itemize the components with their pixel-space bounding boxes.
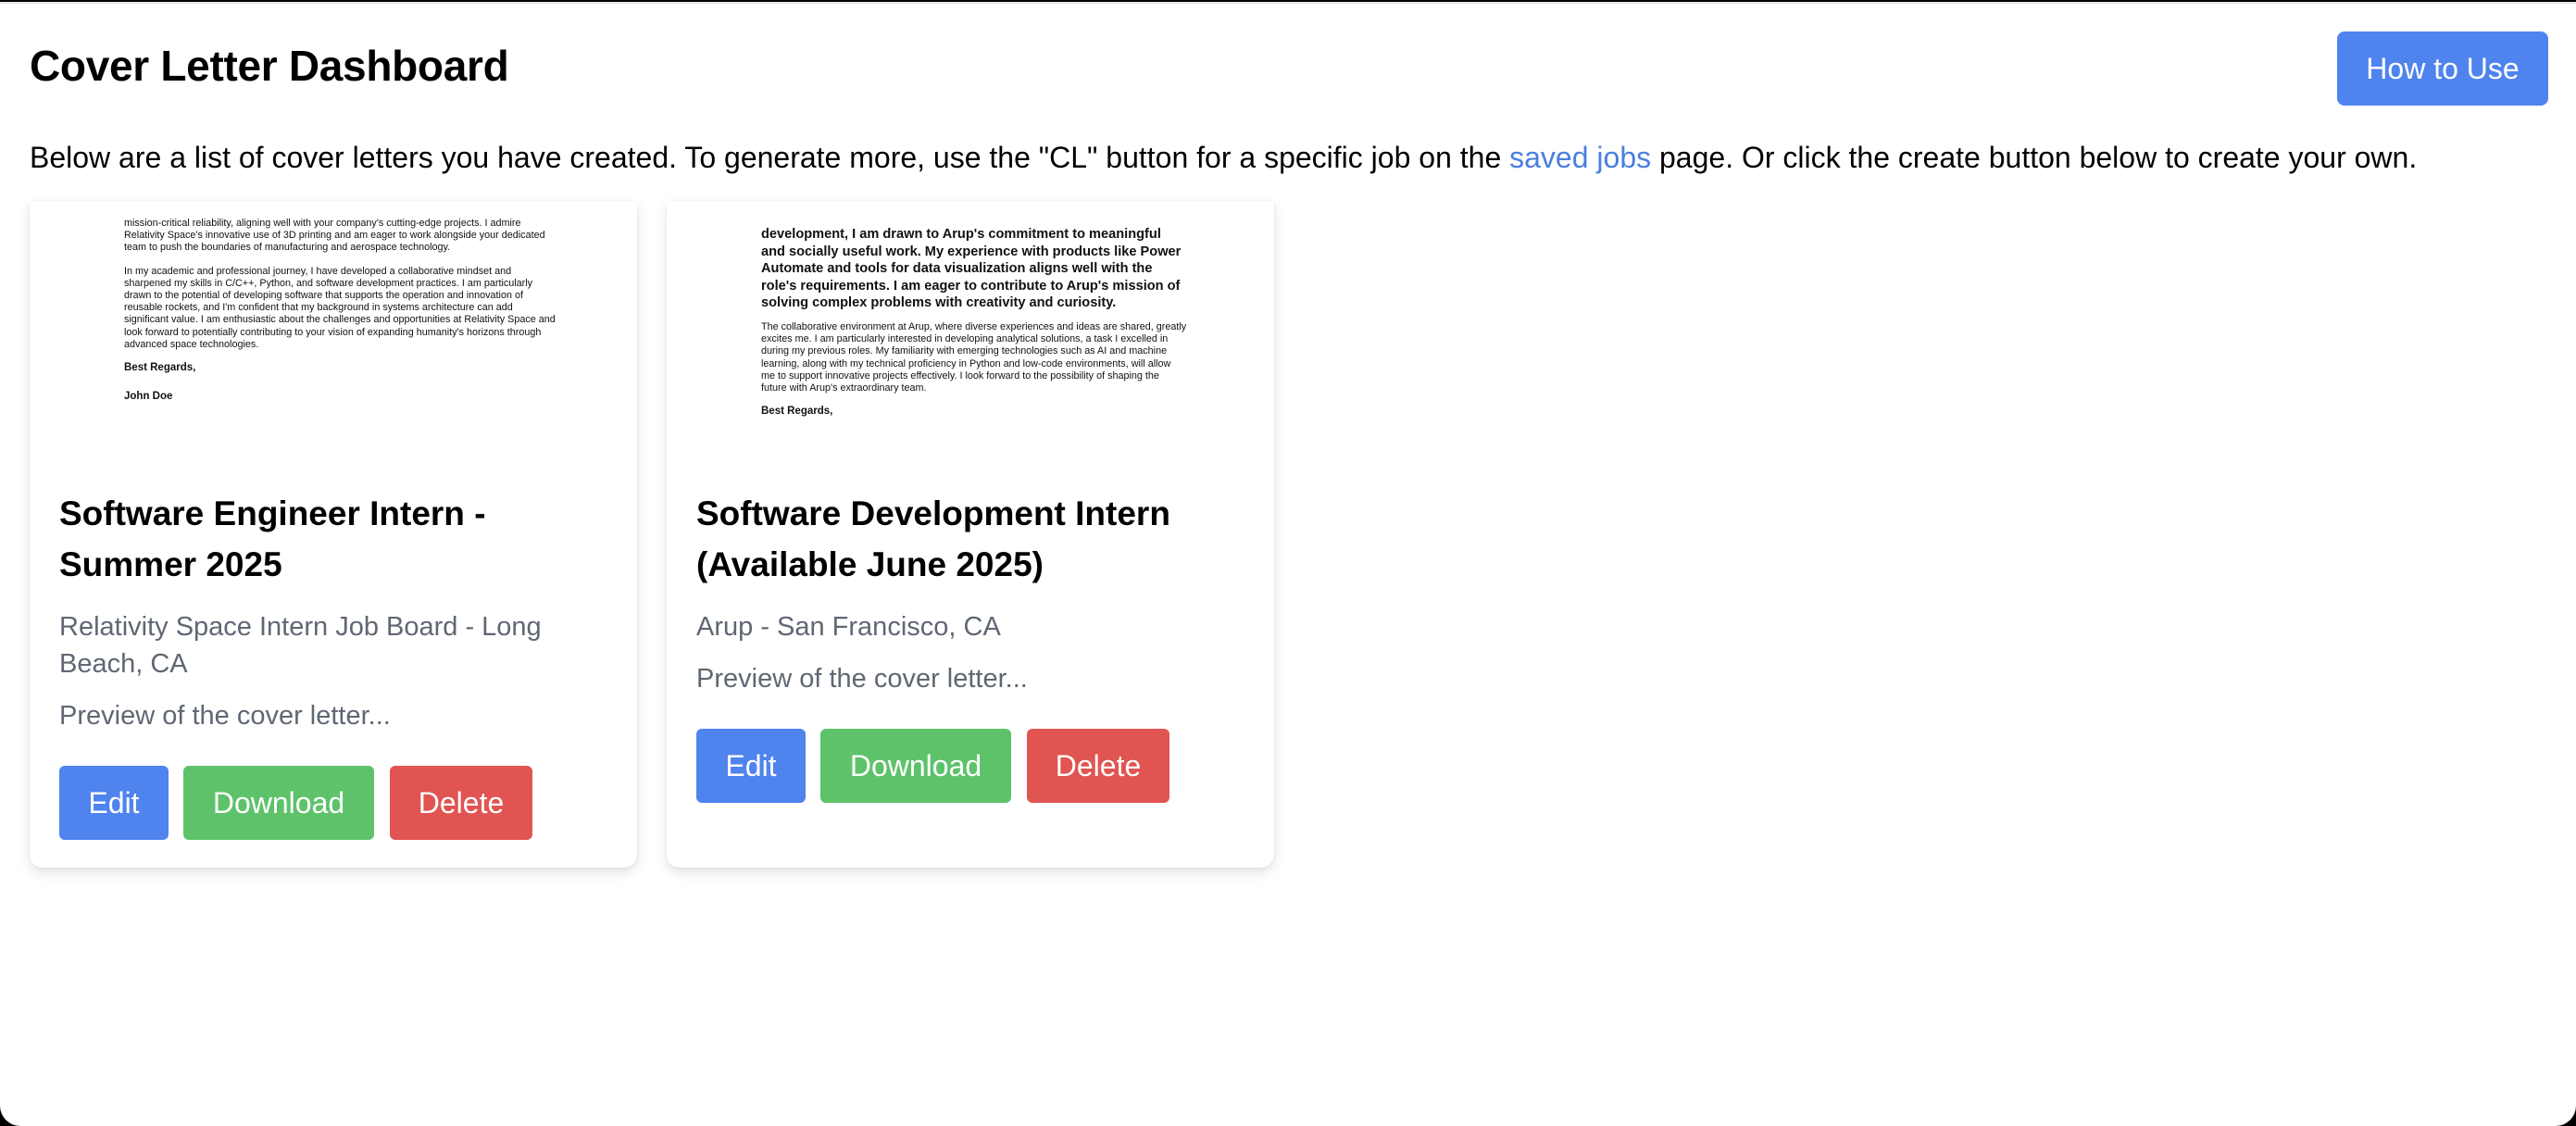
top-divider	[0, 2, 2576, 4]
intro-text-after: page. Or click the create button below t…	[1651, 141, 2418, 174]
intro-text: Below are a list of cover letters you ha…	[30, 141, 2548, 175]
thumbnail-content: mission-critical reliability, aligning w…	[124, 218, 559, 419]
saved-jobs-link[interactable]: saved jobs	[1509, 141, 1651, 174]
delete-button[interactable]: Delete	[390, 766, 532, 840]
thumbnail-closing: Best Regards,	[761, 406, 833, 418]
cover-letter-thumbnail[interactable]: development, I am drawn to Arup's commit…	[667, 201, 1274, 469]
thumbnail-signature: John Doe	[124, 391, 173, 403]
cover-letter-card: development, I am drawn to Arup's commit…	[667, 201, 1274, 868]
thumbnail-paragraph: In my academic and professional journey,…	[124, 265, 556, 350]
thumbnail-paragraph: The collaborative environment at Arup, w…	[761, 320, 1187, 394]
cover-letter-thumbnail[interactable]: mission-critical reliability, aligning w…	[30, 201, 637, 469]
edit-button[interactable]: Edit	[59, 766, 169, 840]
card-company-location: Relativity Space Intern Job Board - Long…	[59, 612, 542, 679]
card-company-location: Arup - San Francisco, CA	[696, 612, 1001, 642]
card-preview-text: Preview of the cover letter...	[59, 701, 391, 731]
card-title: Software Development Intern (Available J…	[696, 494, 1170, 583]
cover-letter-card: mission-critical reliability, aligning w…	[30, 201, 637, 868]
download-button[interactable]: Download	[183, 766, 374, 840]
card-preview-text: Preview of the cover letter...	[696, 664, 1028, 694]
delete-button[interactable]: Delete	[1027, 729, 1169, 803]
thumbnail-paragraph: development, I am drawn to Arup's commit…	[761, 227, 1182, 311]
intro-text-before: Below are a list of cover letters you ha…	[30, 141, 1510, 174]
edit-button[interactable]: Edit	[696, 729, 806, 803]
dashboard-page: Cover Letter Dashboard How to Use Below …	[0, 2, 2576, 1126]
page-title: Cover Letter Dashboard	[30, 42, 509, 90]
thumbnail-content: development, I am drawn to Arup's commit…	[761, 226, 1187, 433]
how-to-use-button[interactable]: How to Use	[2337, 31, 2548, 106]
thumbnail-closing: Best Regards,	[124, 362, 196, 374]
download-button[interactable]: Download	[820, 729, 1011, 803]
thumbnail-paragraph: mission-critical reliability, aligning w…	[124, 218, 545, 254]
card-title: Software Engineer Intern - Summer 2025	[59, 494, 486, 583]
